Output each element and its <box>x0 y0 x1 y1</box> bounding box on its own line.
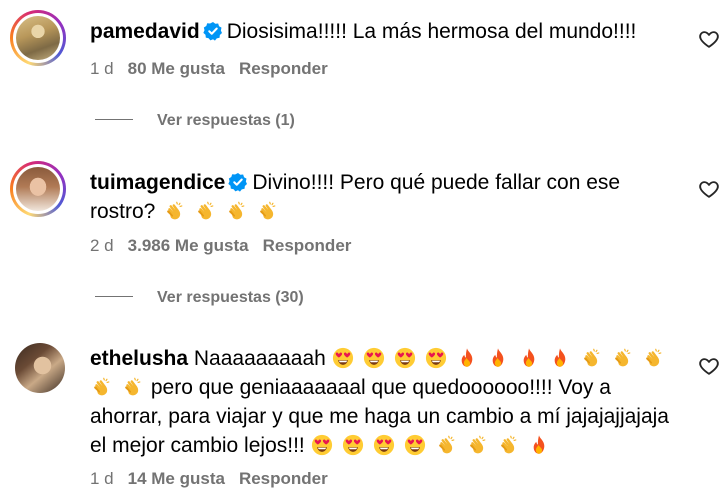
clapping-hands-icon <box>256 200 278 222</box>
clapping-hands-icon <box>194 200 216 222</box>
fire-icon <box>518 347 540 369</box>
likes-count[interactable]: 14 Me gusta <box>128 469 225 488</box>
fire-icon <box>549 347 571 369</box>
likes-count[interactable]: 3.986 Me gusta <box>128 236 249 255</box>
clapping-hands-icon <box>435 434 457 456</box>
timestamp[interactable]: 2 d <box>90 236 114 255</box>
comment-meta: 1 d 14 Me gusta Responder <box>90 469 342 489</box>
emoji-group <box>163 200 287 223</box>
comment-text: Naaaaaaaaah <box>193 347 326 370</box>
view-replies-button[interactable]: Ver respuestas (1) <box>95 112 295 130</box>
comment-text: Diosisima!!!!! La más hermosa del mundo!… <box>226 20 637 43</box>
fire-icon <box>456 347 478 369</box>
verified-badge-icon <box>203 21 223 41</box>
heart-outline-icon[interactable] <box>698 178 720 200</box>
avatar[interactable] <box>10 161 66 217</box>
heart-eyes-icon <box>373 434 395 456</box>
comment-body: ethelusha Naaaaaaaaah pero que geniaaaaa… <box>90 344 680 460</box>
avatar[interactable] <box>10 10 66 66</box>
clapping-hands-icon <box>225 200 247 222</box>
heart-eyes-icon <box>332 347 354 369</box>
fire-icon <box>528 434 550 456</box>
replies-divider <box>95 296 133 297</box>
clapping-hands-icon <box>611 347 633 369</box>
heart-eyes-icon <box>404 434 426 456</box>
clapping-hands-icon <box>163 200 185 222</box>
heart-outline-icon[interactable] <box>698 28 720 50</box>
likes-count[interactable]: 80 Me gusta <box>128 59 225 78</box>
view-replies-button[interactable]: Ver respuestas (30) <box>95 289 304 307</box>
comment-body: pamedavid Diosisima!!!!! La más hermosa d… <box>90 17 690 46</box>
view-replies-label[interactable]: Ver respuestas (1) <box>157 112 295 129</box>
view-replies-label[interactable]: Ver respuestas (30) <box>157 289 304 306</box>
fire-icon <box>487 347 509 369</box>
clapping-hands-icon <box>497 434 519 456</box>
clapping-hands-icon <box>121 376 143 398</box>
timestamp[interactable]: 1 d <box>90 469 114 488</box>
clapping-hands-icon <box>580 347 602 369</box>
username[interactable]: pamedavid <box>90 20 200 43</box>
clapping-hands-icon <box>642 347 664 369</box>
heart-outline-icon[interactable] <box>698 355 720 377</box>
heart-eyes-icon <box>363 347 385 369</box>
clapping-hands-icon <box>90 376 112 398</box>
replies-divider <box>95 119 133 120</box>
reply-button[interactable]: Responder <box>239 469 328 488</box>
verified-badge-icon <box>228 172 248 192</box>
emoji-group <box>311 434 559 457</box>
heart-eyes-icon <box>311 434 333 456</box>
comment-body: tuimagendice Divino!!!! Pero qué puede fa… <box>90 168 690 226</box>
reply-button[interactable]: Responder <box>263 236 352 255</box>
clapping-hands-icon <box>466 434 488 456</box>
heart-eyes-icon <box>394 347 416 369</box>
comment-meta: 2 d 3.986 Me gusta Responder <box>90 236 365 256</box>
timestamp[interactable]: 1 d <box>90 59 114 78</box>
username[interactable]: ethelusha <box>90 347 188 370</box>
avatar[interactable] <box>15 343 65 393</box>
heart-eyes-icon <box>425 347 447 369</box>
comment-meta: 1 d 80 Me gusta Responder <box>90 59 342 79</box>
reply-button[interactable]: Responder <box>239 59 328 78</box>
username[interactable]: tuimagendice <box>90 171 225 194</box>
heart-eyes-icon <box>342 434 364 456</box>
